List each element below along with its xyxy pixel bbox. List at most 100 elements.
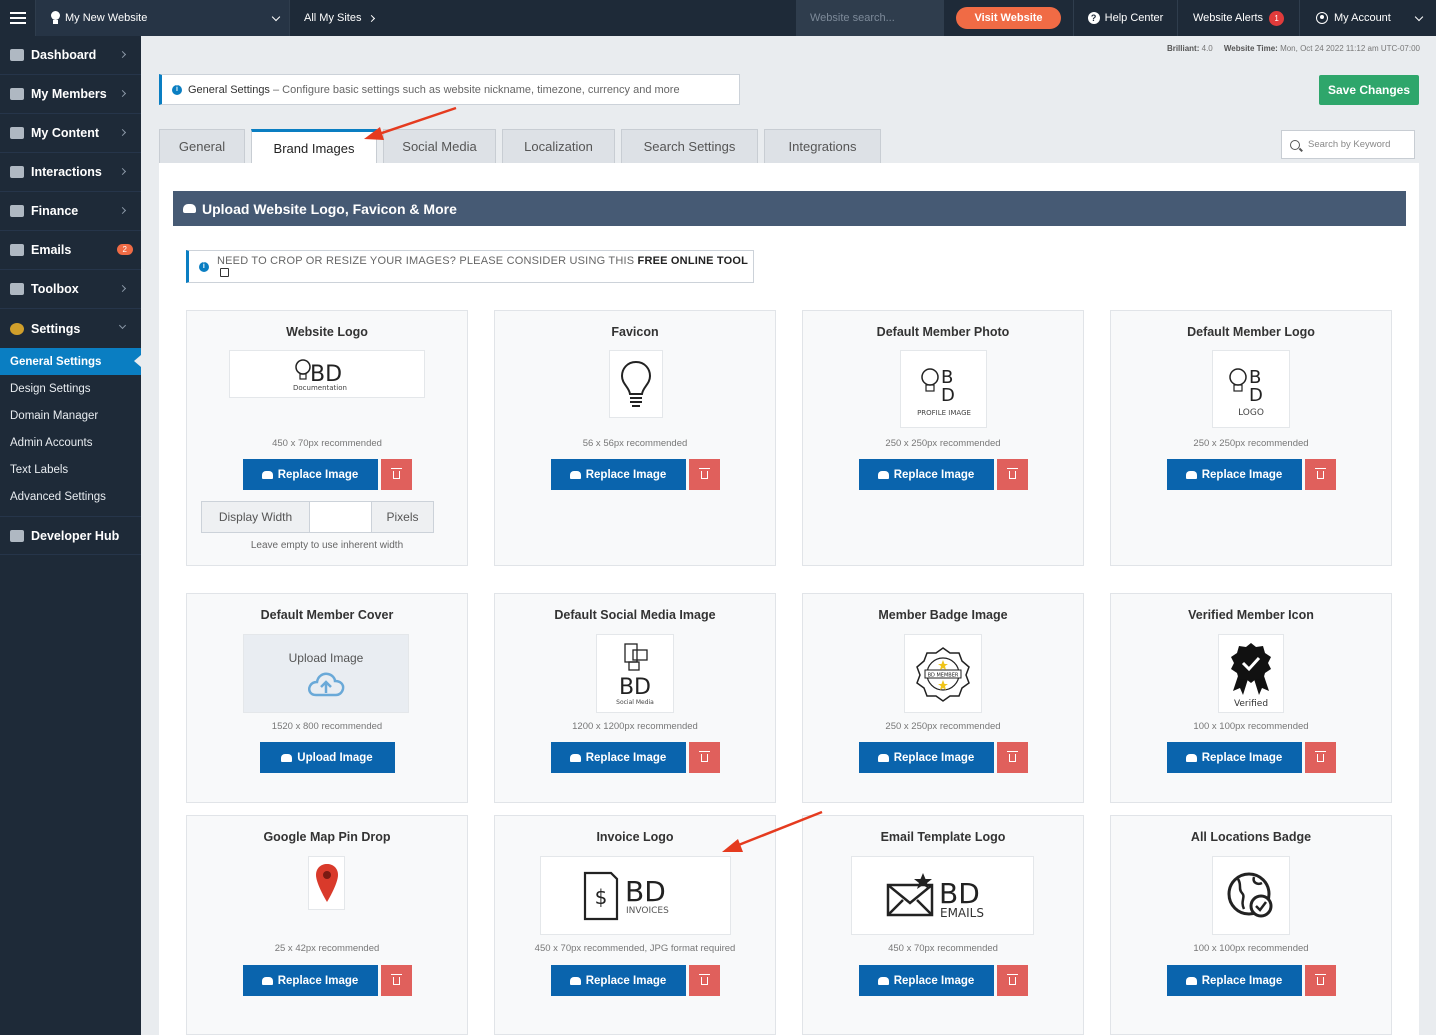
- trash-icon: [1314, 467, 1326, 479]
- card-title: Member Badge Image: [878, 608, 1008, 622]
- chevron-right-icon: [118, 89, 127, 98]
- info-icon: i: [199, 261, 209, 272]
- replace-image-button[interactable]: Replace Image: [550, 742, 686, 773]
- all-sites-link[interactable]: All My Sites: [290, 0, 796, 36]
- wrench-icon: [10, 283, 24, 295]
- replace-image-button[interactable]: Replace Image: [1166, 965, 1302, 996]
- help-center-label: Help Center: [1104, 12, 1164, 24]
- sidebar-item-developer-hub[interactable]: Developer Hub: [0, 516, 141, 555]
- brilliant-value: 4.0: [1201, 44, 1213, 53]
- delete-image-button[interactable]: [1304, 459, 1336, 490]
- sidebar-item-emails[interactable]: Emails 2: [0, 231, 141, 270]
- display-width-input[interactable]: [310, 502, 372, 532]
- tip-text: NEED TO CROP OR RESIZE YOUR IMAGES? PLEA…: [217, 254, 635, 267]
- verified-icon-preview: Verified: [1218, 634, 1284, 713]
- sidebar-item-my-members[interactable]: My Members: [0, 75, 141, 114]
- member-photo-preview: B D PROFILE IMAGE: [900, 350, 987, 428]
- tab-general[interactable]: General: [159, 129, 245, 163]
- replace-image-button[interactable]: Replace Image: [1166, 459, 1302, 490]
- upload-image-button[interactable]: Upload Image: [259, 742, 395, 773]
- sidebar: Dashboard My Members My Content Interact…: [0, 36, 141, 1035]
- site-selector[interactable]: My New Website: [36, 0, 290, 36]
- globe-check-icon: [1227, 872, 1273, 917]
- upload-image-label: Upload Image: [297, 751, 373, 764]
- tab-brand-images[interactable]: Brand Images: [251, 129, 377, 164]
- chevron-down-icon: [1414, 12, 1424, 21]
- delete-image-button[interactable]: [996, 742, 1028, 773]
- cloud-upload-icon: [1185, 976, 1197, 985]
- replace-image-button[interactable]: Replace Image: [858, 742, 994, 773]
- chevron-right-icon: [118, 167, 127, 176]
- display-width-group: Display Width Pixels: [201, 501, 434, 533]
- logo-subtext: EMAILS: [940, 906, 984, 920]
- card-google-map-pin-drop: Google Map Pin Drop 25 x 42px recommende…: [186, 815, 468, 1035]
- tab-integrations[interactable]: Integrations: [764, 129, 881, 163]
- website-alerts-link[interactable]: Website Alerts 1: [1178, 0, 1300, 36]
- save-changes-button[interactable]: Save Changes: [1319, 75, 1419, 105]
- visit-website-button[interactable]: Visit Website: [956, 7, 1061, 29]
- sidebar-item-settings[interactable]: Settings: [0, 309, 141, 348]
- sidebar-subitem-advanced-settings[interactable]: Advanced Settings: [0, 483, 141, 510]
- card-title: Default Member Photo: [876, 325, 1010, 339]
- replace-image-label: Replace Image: [893, 751, 975, 764]
- card-website-logo: Website Logo BD Documentation 450 x 70px…: [186, 310, 468, 566]
- delete-image-button[interactable]: [1304, 965, 1336, 996]
- delete-image-button[interactable]: [380, 459, 412, 490]
- social-media-preview: BD Social Media: [596, 634, 674, 713]
- replace-image-button[interactable]: Replace Image: [550, 965, 686, 996]
- home-icon: [10, 49, 24, 61]
- bd-emails-logo: BD EMAILS: [886, 872, 984, 920]
- delete-image-button[interactable]: [688, 742, 720, 773]
- sidebar-item-label: Toolbox: [31, 282, 79, 296]
- replace-image-button[interactable]: Replace Image: [858, 965, 994, 996]
- website-search-input[interactable]: Website search...: [796, 0, 944, 36]
- replace-image-button[interactable]: Replace Image: [550, 459, 686, 490]
- sidebar-subitem-design-settings[interactable]: Design Settings: [0, 375, 141, 402]
- sidebar-item-finance[interactable]: Finance: [0, 192, 141, 231]
- delete-image-button[interactable]: [380, 965, 412, 996]
- my-account-menu[interactable]: My Account: [1300, 0, 1436, 36]
- sidebar-item-interactions[interactable]: Interactions: [0, 153, 141, 192]
- card-default-member-photo: Default Member Photo B D PROFILE IMAGE 2…: [802, 310, 1084, 566]
- sidebar-subitem-text-labels[interactable]: Text Labels: [0, 456, 141, 483]
- delete-image-button[interactable]: [996, 459, 1028, 490]
- card-title: Email Template Logo: [880, 830, 1006, 844]
- card-title: All Locations Badge: [1190, 830, 1312, 844]
- verified-badge-icon: Verified: [1231, 642, 1271, 709]
- cloud-upload-icon: [569, 470, 581, 479]
- sidebar-item-my-content[interactable]: My Content: [0, 114, 141, 153]
- delete-image-button[interactable]: [688, 965, 720, 996]
- lightbulb-icon: [620, 360, 652, 407]
- logo-letters: BD: [625, 875, 666, 908]
- cloud-upload-icon: [261, 470, 273, 479]
- size-recommendation: 250 x 250px recommended: [885, 721, 1001, 732]
- size-recommendation: 450 x 70px recommended, JPG format requi…: [534, 943, 736, 954]
- delete-image-button[interactable]: [996, 965, 1028, 996]
- replace-image-button[interactable]: Replace Image: [1166, 742, 1302, 773]
- card-title: Favicon: [611, 325, 659, 339]
- replace-image-button[interactable]: Replace Image: [858, 459, 994, 490]
- free-online-tool-link[interactable]: FREE ONLINE TOOL: [638, 255, 749, 267]
- tab-search-settings[interactable]: Search Settings: [621, 129, 758, 163]
- keyword-search-input[interactable]: Search by Keyword: [1281, 130, 1415, 159]
- tab-social-media[interactable]: Social Media: [383, 129, 496, 163]
- logo-subtext: PROFILE IMAGE: [917, 409, 971, 417]
- delete-image-button[interactable]: [688, 459, 720, 490]
- inbox-icon: [10, 244, 24, 256]
- menu-toggle-button[interactable]: [0, 0, 36, 36]
- sidebar-subitem-admin-accounts[interactable]: Admin Accounts: [0, 429, 141, 456]
- replace-image-label: Replace Image: [277, 468, 359, 481]
- card-title: Invoice Logo: [596, 830, 674, 844]
- replace-image-button[interactable]: Replace Image: [242, 459, 378, 490]
- delete-image-button[interactable]: [1304, 742, 1336, 773]
- help-center-link[interactable]: ? Help Center: [1074, 0, 1178, 36]
- sidebar-subitem-domain-manager[interactable]: Domain Manager: [0, 402, 141, 429]
- tab-localization[interactable]: Localization: [502, 129, 615, 163]
- search-icon: [1290, 139, 1300, 150]
- sidebar-item-dashboard[interactable]: Dashboard: [0, 36, 141, 75]
- sidebar-item-toolbox[interactable]: Toolbox: [0, 270, 141, 309]
- replace-image-button[interactable]: Replace Image: [242, 965, 378, 996]
- image-actions: Replace Image: [1111, 965, 1391, 996]
- sidebar-subitem-general-settings[interactable]: General Settings: [0, 348, 141, 375]
- image-actions: Replace Image: [495, 965, 775, 996]
